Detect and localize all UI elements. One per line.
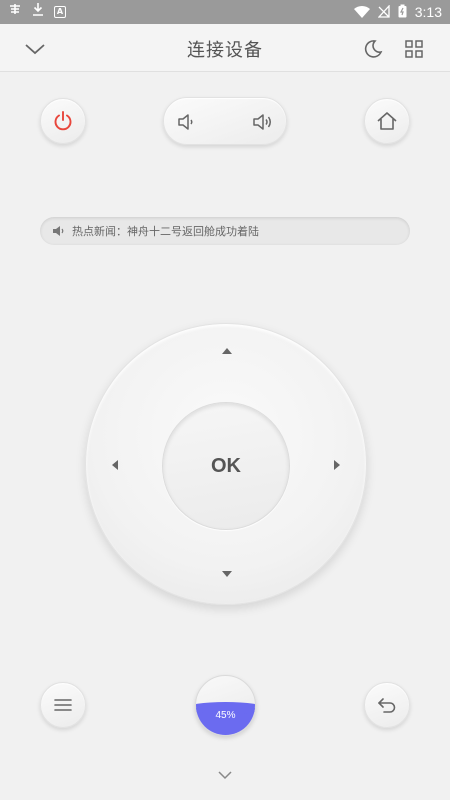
dpad-right-button[interactable] [334, 460, 340, 470]
news-text: 热点新闻：神舟十二号返回舱成功着陆 [72, 225, 259, 238]
app-header: 连接设备 [0, 24, 450, 72]
news-ticker[interactable]: 热点新闻：神舟十二号返回舱成功着陆 [40, 217, 410, 245]
progress-knob[interactable]: 45% [195, 675, 256, 736]
volume-up-icon [253, 114, 271, 130]
volume-control [163, 97, 287, 145]
battery-icon [398, 3, 407, 22]
chevron-down-icon [218, 771, 232, 780]
grid-icon [405, 40, 423, 58]
ok-button[interactable]: OK [162, 402, 290, 530]
dpad-left-button[interactable] [112, 460, 118, 470]
volume-down-button[interactable] [173, 108, 201, 136]
home-button[interactable] [364, 98, 410, 144]
back-button[interactable] [364, 682, 410, 728]
a-box-icon: A [54, 6, 66, 18]
moon-icon [364, 40, 383, 58]
expand-more-button[interactable] [217, 766, 233, 780]
apps-grid-button[interactable] [401, 36, 427, 62]
dpad-down-button[interactable] [222, 571, 232, 577]
power-icon [54, 111, 72, 131]
status-left-icons: A [8, 3, 66, 21]
menu-icon [54, 699, 72, 711]
status-right-icons: 3:13 [353, 3, 442, 22]
home-icon [377, 112, 397, 130]
ok-label: OK [211, 454, 241, 477]
dpad: OK [85, 323, 367, 605]
volume-up-button[interactable] [249, 108, 277, 136]
bug-icon [8, 2, 22, 22]
download-icon [32, 2, 44, 22]
progress-label: 45% [215, 710, 236, 721]
status-time: 3:13 [414, 4, 442, 20]
wifi-icon [353, 3, 370, 22]
menu-button[interactable] [40, 682, 86, 728]
volume-down-icon [178, 114, 193, 130]
no-signal-icon [377, 3, 390, 22]
speaker-icon [53, 226, 64, 236]
status-bar: A 3:13 [0, 0, 450, 24]
night-mode-button[interactable] [360, 36, 386, 62]
dpad-up-button[interactable] [222, 348, 232, 354]
back-icon [378, 698, 396, 713]
power-button[interactable] [40, 98, 86, 144]
